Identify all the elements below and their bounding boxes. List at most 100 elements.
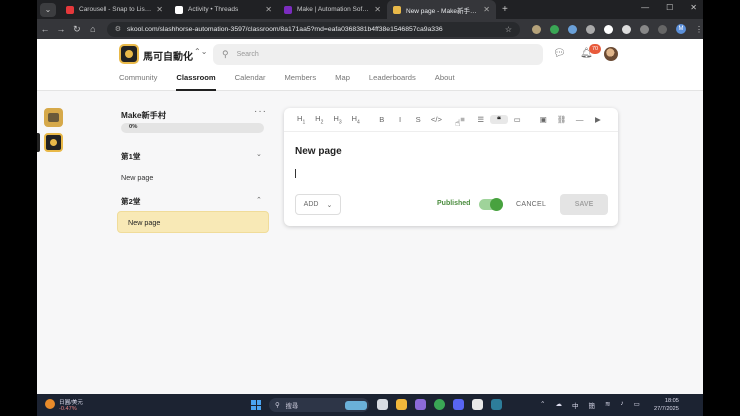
heading-1-button[interactable]: H1 [292,114,310,126]
browser-tab[interactable]: Carousell - Snap to List, Chat ✕ [60,0,169,19]
nav-tab-members[interactable]: Members [284,73,316,91]
app-icon[interactable] [472,399,483,410]
lesson-item-active[interactable]: New page [117,211,269,233]
add-button[interactable]: ADD ⌄ [295,194,341,215]
bookmark-star-icon[interactable]: ☆ [505,25,512,34]
save-button[interactable]: SAVE [560,194,608,215]
new-tab-button[interactable]: + [502,4,508,15]
chat-icon[interactable]: 💬︎ [553,48,566,59]
chevron-down-icon[interactable]: ⌄ [256,150,262,158]
heading-4-button[interactable]: H4 [347,114,365,126]
group-switch-item[interactable] [44,108,63,127]
bold-button[interactable]: B [373,115,391,124]
code-button[interactable]: </> [427,115,445,124]
nav-tab-classroom[interactable]: Classroom [176,73,216,91]
cancel-button[interactable]: CANCEL [516,201,546,208]
user-avatar[interactable] [604,47,618,61]
group-logo[interactable] [119,44,139,64]
app-icon[interactable] [415,399,426,410]
group-switcher-icon[interactable]: ⌃⌄ [194,47,207,56]
profile-avatar[interactable]: M [676,24,687,34]
nav-tab-about[interactable]: About [435,73,455,91]
heading-3-button[interactable]: H3 [328,114,346,126]
forward-icon[interactable]: → [53,24,69,34]
browser-menu-icon[interactable]: ⋮ [695,25,703,34]
tab-close-icon[interactable]: ✕ [374,5,381,14]
back-icon[interactable]: ← [37,24,53,34]
minimize-icon[interactable]: — [641,3,649,12]
site-header: 馬可自動化 ⌃⌄ ⚲ Search 💬︎ 🔔︎ 70 Community Clas… [37,39,703,91]
browser-tab[interactable]: New page - Make新手村 · 馬 ✕ [387,0,496,19]
chevron-up-icon[interactable]: ⌃ [256,196,262,204]
nav-tab-map[interactable]: Map [335,73,350,91]
extension-icon[interactable] [568,24,578,34]
wifi-icon[interactable]: ≋ [605,400,610,410]
toggle-knob [490,198,503,211]
toolbar-glyph: ❝ [496,115,502,124]
lesson-item[interactable]: New page [121,173,153,182]
nav-tab-leaderboards[interactable]: Leaderboards [369,73,416,91]
embed-button[interactable]: ▭ [508,115,526,124]
group-switch-item-active[interactable] [44,133,63,152]
main-nav: Community Classroom Calendar Members Map Lead… [119,73,455,91]
tab-search-chevron-icon[interactable]: ⌄ [40,2,56,17]
browser-tab[interactable]: Activity • Threads ✕ [169,0,278,19]
ime-mode[interactable]: 中 [572,400,579,410]
page-title-input[interactable]: New page [295,146,342,157]
extension-icon[interactable] [550,24,560,34]
file-explorer-icon[interactable] [396,399,407,410]
taskbar-search[interactable]: ⚲ 搜尋 [269,398,369,412]
group-name[interactable]: 馬可自動化 [143,48,193,63]
tab-close-icon[interactable]: ✕ [483,5,490,14]
quote-button[interactable]: ❝ [489,115,509,124]
notification-badge: 70 [589,44,601,54]
app-icon[interactable] [491,399,502,410]
bullet-list-button[interactable]: ☰ [472,115,490,124]
tray-chevron-icon[interactable]: ⌃ [540,400,545,410]
toolbar-glyph-sub: 2 [320,119,324,126]
site-info-icon[interactable]: ⚙ [115,25,121,33]
extension-icon[interactable] [532,24,542,34]
extension-icon[interactable] [586,24,596,34]
toolbar-glyph: B [379,115,385,124]
maximize-icon[interactable]: ☐ [666,3,673,12]
image-button[interactable]: ▣ [534,115,552,124]
section-title[interactable]: 第1堂 [121,151,140,162]
search-highlight-icon [345,400,367,410]
tab-close-icon[interactable]: ✕ [265,5,272,14]
browser-tab[interactable]: Make | Automation Software ✕ [278,0,387,19]
sidebar-icon[interactable] [658,24,668,34]
taskbar-clock[interactable]: 18:05 27/7/2025 [654,397,679,413]
volume-icon[interactable]: ♪ [620,400,623,410]
puzzle-icon[interactable] [640,24,650,34]
published-toggle[interactable] [479,198,503,211]
course-title: Make新手村 [121,111,167,120]
extension-icon[interactable] [622,24,632,34]
reload-icon[interactable]: ↻ [69,24,85,35]
address-bar[interactable]: ⚙ skool.com/slashhorse-automation-3597/c… [106,21,521,37]
tab-close-icon[interactable]: ✕ [156,5,163,14]
heading-2-button[interactable]: H2 [310,114,328,126]
discord-icon[interactable] [453,399,464,410]
strikethrough-button[interactable]: S [409,115,427,124]
link-button[interactable]: ⛓ [552,115,570,124]
task-view-icon[interactable] [377,399,388,410]
home-icon[interactable]: ⌂ [85,24,101,34]
divider-button[interactable]: — [571,115,589,124]
start-menu-icon[interactable] [251,400,261,410]
chrome-icon[interactable] [434,399,445,410]
add-label: ADD [303,201,319,208]
close-window-icon[interactable]: ✕ [690,3,697,12]
nav-tab-community[interactable]: Community [119,73,157,91]
ime-script[interactable]: 簡 [588,400,595,410]
page-editor: H1 H2 H3 H4 B I S </> ≡ ☰ ❝ ▭ ▣ ⛓ — ▶ New page ADD ⌄ Pu… [284,108,618,226]
extension-icon[interactable] [604,24,614,34]
battery-icon[interactable]: ▭ [634,400,640,410]
search-input[interactable]: ⚲ Search [213,44,543,65]
video-button[interactable]: ▶ [589,115,607,124]
nav-tab-calendar[interactable]: Calendar [235,73,266,91]
cloud-icon[interactable]: ☁ [555,400,562,410]
italic-button[interactable]: I [391,115,409,124]
section-title[interactable]: 第2堂 [121,196,140,207]
more-options-icon[interactable]: ··· [254,106,267,117]
